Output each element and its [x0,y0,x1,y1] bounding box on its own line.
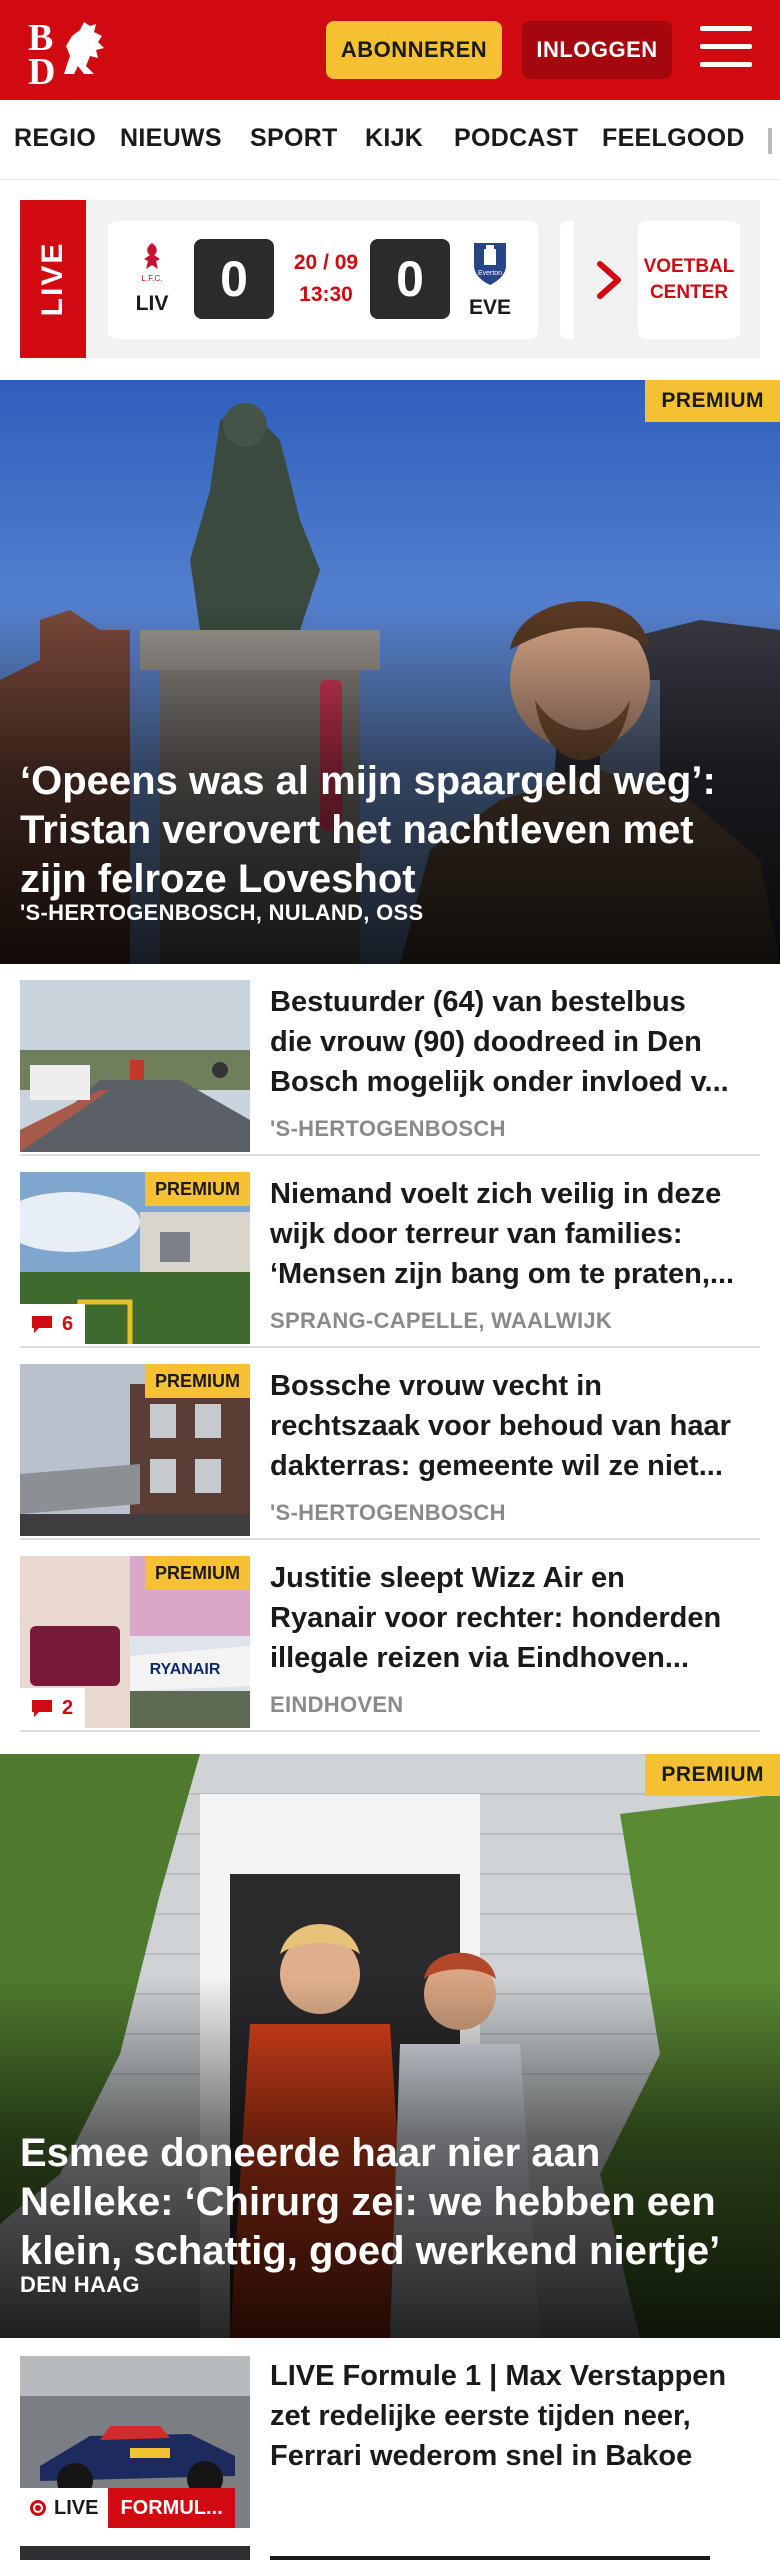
live-dot-icon [30,2500,46,2516]
chevron-right-icon[interactable] [592,258,626,302]
svg-text:RYANAIR: RYANAIR [150,1661,221,1678]
nav-item-feelgood[interactable]: FEELGOOD [602,124,745,153]
article-title[interactable]: Niemand voelt zich veilig in deze wijk d… [270,1174,750,1294]
premium-badge: PREMIUM [145,1556,250,1590]
comment-count[interactable]: 2 [20,1688,86,1728]
away-team: Everton EVE [460,239,520,320]
hero-title[interactable]: Esmee doneerde haar nier aan Nelleke: ‘C… [20,2129,740,2276]
comment-icon [32,1316,52,1333]
nav-overflow-indicator [768,128,772,154]
article-thumbnail: PREMIUM 6 [20,1172,250,1344]
nav-item-nieuws[interactable]: NIEUWS [120,124,222,153]
away-score: 0 [370,239,450,319]
hamburger-menu-icon[interactable] [700,26,752,72]
article-location: EINDHOVEN [270,1692,404,1717]
nav-item-podcast[interactable]: PODCAST [454,124,578,153]
next-match-card[interactable] [560,221,574,339]
home-team-code: LIV [135,292,169,315]
hero-article-2[interactable]: PREMIUM Esmee doneerde haar nier aan Nel… [0,1754,780,2338]
list-item[interactable]: RYANAIR PREMIUM 2 Justitie sleept Wizz A… [20,1540,760,1732]
comment-icon [32,1700,52,1717]
article-title[interactable]: LIVE Formule 1 | Max Verstappen zet rede… [270,2356,750,2476]
login-button[interactable]: INLOGGEN [522,21,672,79]
match-time: 13:30 [299,283,353,306]
hero-location: 'S-HERTOGENBOSCH, NULAND, OSS [20,900,424,925]
premium-badge: PREMIUM [145,1172,250,1206]
svg-text:D: D [28,51,55,86]
nav-item-kijk[interactable]: KIJK [365,124,423,153]
home-score: 0 [194,239,274,319]
comment-count[interactable]: 6 [20,1304,86,1344]
list-item-live[interactable]: LIVE FORMUL... LIVE Formule 1 | Max Vers… [20,2338,760,2538]
article-location: 'S-HERTOGENBOSCH [270,1500,506,1525]
article-thumbnail [20,980,250,1152]
premium-badge: PREMIUM [145,1364,250,1398]
article-location: SPRANG-CAPELLE, WAALWIJK [270,1308,613,1333]
article-title[interactable]: Bestuurder (64) van bestelbus die vrouw … [270,982,750,1102]
thumbnail-photo-street [20,980,250,1152]
next-article-thumbnail-peek [20,2546,250,2560]
subscribe-button[interactable]: ABONNEREN [326,21,502,79]
article-title[interactable]: Bossche vrouw vecht in rechtszaak voor b… [270,1366,750,1486]
live-scores-strip: LIVE L.F.C. LIV 0 20 / 09 13:30 0 Everto… [20,200,760,358]
hero-location: DEN HAAG [20,2272,140,2297]
svg-text:Everton: Everton [478,270,502,277]
list-item[interactable]: PREMIUM Bossche vrouw vecht in rechtszaa… [20,1348,760,1540]
article-thumbnail: LIVE FORMUL... [20,2356,250,2528]
hero-title[interactable]: ‘Opeens was al mijn spaargeld weg’: Tris… [20,757,740,904]
match-datetime: 20 / 09 13:30 [276,247,376,311]
article-location: 'S-HERTOGENBOSCH [270,1116,506,1141]
article-title[interactable]: Justitie sleept Wizz Air en Ryanair voor… [270,1558,750,1678]
list-item[interactable]: Bestuurder (64) van bestelbus die vrouw … [20,964,760,1156]
premium-badge: PREMIUM [645,380,780,422]
everton-crest-icon: Everton [474,243,506,285]
section-nav: REGIO NIEUWS SPORT KIJK PODCAST FEELGOOD [0,100,780,180]
site-header: B D ABONNEREN INLOGGEN [0,0,780,100]
voetbal-center-button[interactable]: VOETBAL CENTER [638,221,740,339]
live-tag: LIVE [20,200,86,358]
hero-article-1[interactable]: PREMIUM ‘Opeens was al mijn spaargeld we… [0,380,780,964]
next-article-title-peek [270,2550,740,2560]
nav-item-regio[interactable]: REGIO [14,124,96,153]
article-thumbnail: RYANAIR PREMIUM 2 [20,1556,250,1728]
premium-badge: PREMIUM [645,1754,780,1796]
live-category-badge: LIVE FORMUL... [20,2488,235,2528]
list-item[interactable]: PREMIUM 6 Niemand voelt zich veilig in d… [20,1156,760,1348]
away-team-code: EVE [468,296,512,319]
match-card[interactable]: L.F.C. LIV 0 20 / 09 13:30 0 Everton EVE [108,221,538,339]
home-team: L.F.C. LIV [122,239,182,316]
match-date: 20 / 09 [293,251,359,274]
nav-item-sport[interactable]: SPORT [250,124,338,153]
article-thumbnail: PREMIUM [20,1364,250,1536]
bd-logo[interactable]: B D [24,16,114,86]
svg-text:L.F.C.: L.F.C. [142,274,163,283]
liverpool-crest-icon: L.F.C. [142,243,163,283]
